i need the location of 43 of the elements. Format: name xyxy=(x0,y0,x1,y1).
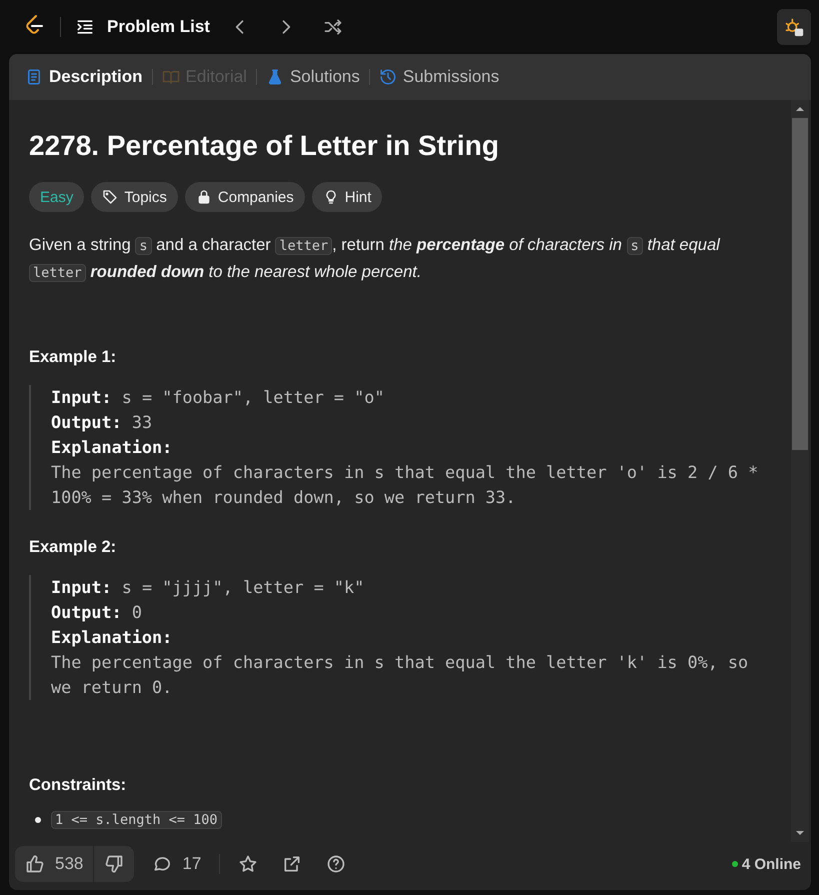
problem-list-button[interactable]: Problem List xyxy=(75,17,210,37)
book-icon xyxy=(162,68,180,86)
explanation-text: The percentage of characters in s that equal the letter 'k' is 0%, so we return 0. xyxy=(51,651,750,699)
online-dot xyxy=(732,861,738,867)
tag-button[interactable]: Companies xyxy=(184,182,305,212)
scrollbar[interactable] xyxy=(791,100,809,842)
tab[interactable]: Description xyxy=(25,67,143,87)
problem-description: Given a string s and a character letter , return the percentage of characters in s that equal letter rounded down to the nearest whole percent. xyxy=(29,235,722,284)
tab[interactable]: Submissions xyxy=(378,67,500,87)
tag-icon xyxy=(102,189,118,205)
shuffle-icon xyxy=(322,17,344,37)
example-heading: Example 1: xyxy=(29,348,118,367)
history-icon xyxy=(378,68,397,86)
explanation-text: The percentage of characters in s that equal the letter 'o' is 2 / 6 * 100% = 33% when rounded down, so we return 33. xyxy=(51,461,760,509)
constraint-text: 1 <= s.length <= 100 xyxy=(51,811,222,829)
field-label: Output: xyxy=(51,602,122,622)
lock-icon xyxy=(196,189,212,205)
tab[interactable]: Solutions xyxy=(266,67,360,87)
field-value: s = "jjjj", letter = "k" xyxy=(122,577,364,597)
comments-button[interactable]: 17 xyxy=(146,854,208,874)
help-icon xyxy=(326,854,346,874)
field-label: Input: xyxy=(51,387,112,407)
example-heading: Example 2: xyxy=(29,538,118,557)
tag-button[interactable]: Hint xyxy=(312,182,382,212)
star-icon xyxy=(238,854,258,874)
field-value: s = "foobar", letter = "o" xyxy=(122,387,384,407)
field-label: Explanation: xyxy=(51,436,174,459)
bug-lock-icon xyxy=(784,17,804,37)
debug-button[interactable] xyxy=(777,9,811,45)
field-value: 0 xyxy=(132,602,142,622)
thumbs-up-icon xyxy=(25,854,45,874)
tag-button[interactable]: Topics xyxy=(91,182,178,212)
problem-title: 2278. Percentage of Letter in String xyxy=(29,130,500,162)
constraints-heading: Constraints: xyxy=(29,776,128,795)
field-label: Input: xyxy=(51,577,112,597)
document-icon xyxy=(25,68,43,86)
field-label: Explanation: xyxy=(51,626,174,649)
difficulty-label: Easy xyxy=(29,182,84,212)
field-value: 33 xyxy=(132,412,152,432)
field-label: Output: xyxy=(51,412,122,432)
online-count: 4 Online xyxy=(742,856,801,872)
thumbs-down-icon xyxy=(104,854,124,874)
external-link-icon xyxy=(282,854,302,874)
